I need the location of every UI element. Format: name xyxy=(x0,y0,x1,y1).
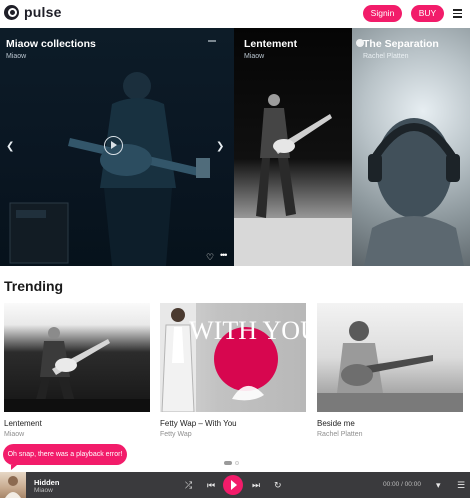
hero-slide-title: The Separation xyxy=(363,38,439,50)
with-you-cover-art: WITH YOU xyxy=(160,303,306,412)
now-playing-title: Hidden xyxy=(34,478,60,487)
now-playing-art xyxy=(5,476,21,498)
queue-list-icon[interactable]: ☰ xyxy=(457,480,465,490)
track-card[interactable]: WITH YOU Fetty Wap – With You Fetty Wap xyxy=(160,303,306,438)
play-icon[interactable] xyxy=(104,136,123,155)
track-title[interactable]: Beside me xyxy=(317,419,463,428)
volume-icon[interactable]: ▾ xyxy=(436,480,441,490)
more-options-icon[interactable]: ••• xyxy=(220,250,228,260)
next-icon[interactable]: ⏭ xyxy=(252,480,260,490)
guitarist-photo xyxy=(234,94,352,266)
hero-slide-artist: Miaow xyxy=(6,53,27,60)
track-cover[interactable] xyxy=(317,303,463,412)
cover-title-text: WITH YOU xyxy=(189,316,306,345)
track-title[interactable]: Lentement xyxy=(4,419,150,428)
logo[interactable]: pulse xyxy=(4,4,62,20)
pager-dot[interactable] xyxy=(235,461,239,465)
track-card[interactable]: Lentement Miaow xyxy=(4,303,150,438)
guitar-player-photo xyxy=(317,321,463,412)
heart-icon[interactable]: ♡ xyxy=(206,252,214,263)
track-artist[interactable]: Miaow xyxy=(4,431,150,438)
track-artist[interactable]: Rachel Platten xyxy=(317,431,463,438)
pulse-logo-icon xyxy=(4,4,19,20)
error-toast[interactable]: Oh snap, there was a playback error! xyxy=(3,444,127,470)
guitarist-stage-photo xyxy=(4,327,150,412)
playback-time: 00:00 / 00:00 xyxy=(383,481,421,488)
shuffle-icon[interactable]: ⤮ xyxy=(185,480,192,490)
pager-dot-active[interactable] xyxy=(224,461,232,465)
player-bar: Hidden Miaow ⤮ ⏮ ⏭ ↻ 00:00 / 00:00 ▾ ☰ xyxy=(0,472,470,498)
hero-carousel: Miaow collections Miaow ❮ ❯ ♡ ••• Lentem… xyxy=(0,28,470,266)
now-playing-artist: Miaow xyxy=(34,487,53,494)
hamburger-menu-icon[interactable] xyxy=(453,9,462,18)
app-header: pulse Signin BUY xyxy=(0,0,470,28)
carousel-pager xyxy=(224,461,239,465)
hero-slide-artist: Miaow xyxy=(244,53,265,60)
hero-slide[interactable]: Miaow collections Miaow ❮ ❯ ♡ ••• xyxy=(0,28,234,266)
hero-slide-title: Lentement xyxy=(244,38,298,50)
previous-icon[interactable]: ⏮ xyxy=(207,480,215,490)
headphones-listener-photo xyxy=(356,39,464,266)
trending-heading: Trending xyxy=(4,278,64,294)
repeat-icon[interactable]: ↻ xyxy=(274,480,282,490)
track-cover[interactable]: WITH YOU xyxy=(160,303,306,412)
hero-slide[interactable]: Lentement Miaow xyxy=(234,28,352,266)
buy-button[interactable]: BUY xyxy=(411,5,444,22)
track-artist[interactable]: Fetty Wap xyxy=(160,431,306,438)
hero-slide[interactable]: The Separation Rachel Platten xyxy=(352,28,470,266)
play-pause-button[interactable] xyxy=(223,475,243,495)
signin-button[interactable]: Signin xyxy=(363,5,402,22)
now-playing-thumbnail[interactable] xyxy=(0,472,26,498)
track-card[interactable]: Beside me Rachel Platten xyxy=(317,303,463,438)
carousel-prev-icon[interactable]: ❮ xyxy=(6,141,14,152)
hero-slide-title: Miaow collections xyxy=(6,38,96,50)
track-cover[interactable] xyxy=(4,303,150,412)
hero-slide-artist: Rachel Platten xyxy=(363,53,409,60)
carousel-next-icon[interactable]: ❯ xyxy=(216,141,224,152)
track-title[interactable]: Fetty Wap – With You xyxy=(160,419,306,428)
brand-name: pulse xyxy=(24,4,62,20)
